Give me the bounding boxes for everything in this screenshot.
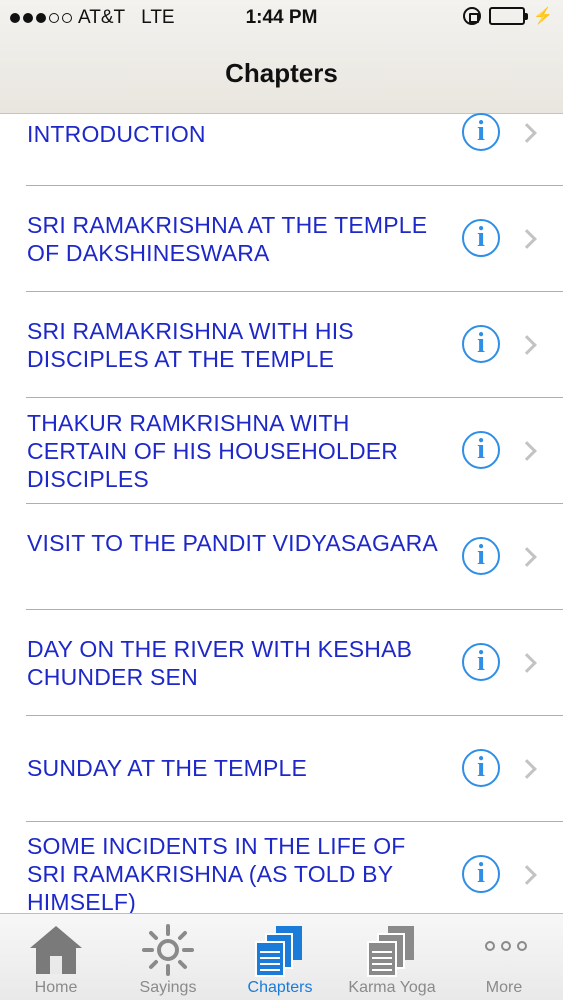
chapter-row-introduction[interactable]: INTRODUCTION i <box>0 80 563 186</box>
status-bar: AT&T LTE 1:44 PM ⚡ <box>0 0 563 36</box>
tab-label: More <box>485 979 523 996</box>
charging-bolt-icon: ⚡ <box>533 8 553 25</box>
chevron-right-icon <box>517 335 537 355</box>
info-icon[interactable]: i <box>462 855 500 893</box>
tab-label: Home <box>34 979 78 996</box>
chevron-right-icon <box>517 441 537 461</box>
tab-more[interactable]: More <box>448 914 563 1000</box>
chapter-row[interactable]: THAKUR RAMKRISHNA WITH CERTAIN OF HIS HO… <box>0 398 563 504</box>
info-icon[interactable]: i <box>462 325 500 363</box>
tab-label: Sayings <box>139 979 197 996</box>
chapter-title: INTRODUCTION <box>27 121 206 147</box>
chapter-row[interactable]: SRI RAMAKRISHNA WITH HIS DISCIPLES AT TH… <box>0 292 563 398</box>
tab-chapters[interactable]: Chapters <box>224 914 336 1000</box>
tab-sayings[interactable]: Sayings <box>112 914 224 1000</box>
tab-label: Chapters <box>247 979 313 996</box>
chapter-title: SRI RAMAKRISHNA AT THE TEMPLE OF DAKSHIN… <box>27 212 428 266</box>
info-icon[interactable]: i <box>462 431 500 469</box>
chevron-right-icon <box>517 759 537 779</box>
chapter-title: DAY ON THE RIVER WITH KESHAB CHUNDER SEN <box>27 636 413 690</box>
tab-label: Karma Yoga <box>348 979 436 996</box>
chapter-title: SOME INCIDENTS IN THE LIFE OF SRI RAMAKR… <box>27 833 406 915</box>
chevron-right-icon <box>517 547 537 567</box>
document-stack-icon <box>255 926 302 977</box>
tab-karma-yoga[interactable]: Karma Yoga <box>336 914 448 1000</box>
lock-rotation-icon <box>463 7 482 25</box>
chevron-right-icon <box>517 865 537 885</box>
info-icon[interactable]: i <box>462 537 500 575</box>
battery-icon <box>489 7 529 25</box>
chapter-row[interactable]: VISIT TO THE PANDIT VIDYASAGARA i <box>0 504 563 610</box>
more-dots-icon <box>484 941 527 951</box>
chevron-right-icon <box>517 123 537 143</box>
chapter-row[interactable]: SUNDAY AT THE TEMPLE i <box>0 716 563 822</box>
chapter-title: SUNDAY AT THE TEMPLE <box>27 755 308 781</box>
chapter-title: VISIT TO THE PANDIT VIDYASAGARA <box>27 530 438 556</box>
tab-bar: Home Sayings Chapters Karma Yoga More <box>0 913 563 1000</box>
info-icon[interactable]: i <box>462 643 500 681</box>
chapter-title: THAKUR RAMKRISHNA WITH CERTAIN OF HIS HO… <box>27 410 399 492</box>
info-icon[interactable]: i <box>462 219 500 257</box>
status-right: ⚡ <box>463 6 553 26</box>
sun-icon <box>142 924 194 976</box>
chapter-title: SRI RAMAKRISHNA WITH HIS DISCIPLES AT TH… <box>27 318 354 372</box>
home-icon <box>30 926 82 974</box>
chevron-right-icon <box>517 229 537 249</box>
chevron-right-icon <box>517 653 537 673</box>
tab-home[interactable]: Home <box>0 914 112 1000</box>
info-icon[interactable]: i <box>462 749 500 787</box>
info-icon[interactable]: i <box>462 113 500 151</box>
chapter-row[interactable]: SRI RAMAKRISHNA AT THE TEMPLE OF DAKSHIN… <box>0 186 563 292</box>
chapter-row[interactable]: DAY ON THE RIVER WITH KESHAB CHUNDER SEN… <box>0 610 563 716</box>
document-stack-icon <box>367 926 414 977</box>
